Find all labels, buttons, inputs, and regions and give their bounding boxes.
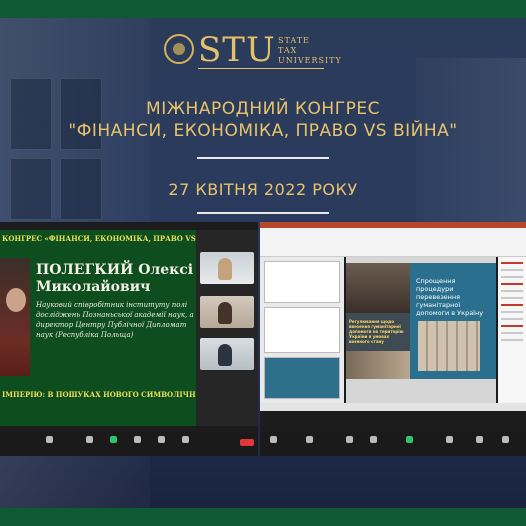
speaker-bio: Науковий співробітник інституту полі дос… (36, 300, 194, 340)
chat-icon (369, 436, 377, 443)
slide-heading: Спрощення процедури перевезення гуманіта… (416, 277, 484, 317)
chat-icon (133, 436, 141, 443)
participant-video[interactable] (200, 252, 254, 284)
microphone-icon (269, 436, 277, 443)
microphone-icon (45, 436, 53, 443)
slide-boxes-image (418, 321, 480, 371)
record-button[interactable] (152, 436, 170, 445)
slide-header: КОНГРЕС «ФІНАНСИ, ЕКОНОМІКА, ПРАВО VS ВІ… (2, 234, 198, 243)
ppt-ribbon (260, 228, 526, 257)
slide-thumbnail[interactable] (264, 261, 340, 303)
participant-video[interactable] (200, 338, 254, 370)
record-icon (445, 436, 453, 443)
bio-line: директор Центру Публічної Дипломат (36, 321, 187, 329)
bottom-green-band (0, 508, 526, 526)
record-icon (157, 436, 165, 443)
divider (197, 212, 329, 214)
share-icon (109, 436, 117, 443)
current-slide: Регулювання щодо ввезення гуманітарної д… (346, 263, 496, 379)
speaker-photo (0, 258, 30, 376)
status-bar (260, 403, 526, 411)
reactions-button[interactable] (470, 436, 488, 445)
seal-icon (164, 34, 194, 64)
zoom-screenshot-powerpoint: Регулювання щодо ввезення гуманітарної д… (260, 222, 526, 456)
logo-word: STATE (278, 36, 310, 45)
slide-image-strip (346, 351, 410, 379)
slide-footer: ІМПЕРІЮ: В ПОШУКАХ НОВОГО СИМВОЛІЧНОГО (2, 390, 198, 399)
leave-button[interactable] (240, 439, 254, 446)
slide-photo (346, 263, 410, 313)
speaker-given-name: Миколайович (36, 279, 151, 295)
participants-button[interactable] (300, 436, 318, 445)
presentation-slide: КОНГРЕС «ФІНАНСИ, ЕКОНОМІКА, ПРАВО VS ВІ… (0, 230, 198, 426)
speaker-surname: ПОЛЕГКИЙ Олексі (36, 262, 194, 278)
building-facade-right (416, 58, 526, 238)
meeting-toolbar (0, 432, 258, 456)
participant-panel (196, 230, 258, 426)
smile-icon (181, 436, 189, 443)
congress-date: 27 КВІТНЯ 2022 РОКУ (168, 180, 358, 199)
slide-canvas: Регулювання щодо ввезення гуманітарної д… (346, 257, 496, 403)
congress-title: МІЖНАРОДНИЙ КОНГРЕС "ФІНАНСИ, ЕКОНОМІКА,… (30, 98, 496, 142)
slide-thumbnail[interactable] (264, 307, 340, 353)
logo-abbreviation: STU (198, 30, 276, 70)
congress-title-line: МІЖНАРОДНИЙ КОНГРЕС (146, 99, 380, 119)
logo-underline (198, 68, 324, 69)
slide-left-column: Регулювання щодо ввезення гуманітарної д… (346, 263, 410, 379)
apps-icon (501, 436, 509, 443)
bio-line: досліджень Познаньської академії наук, а… (36, 311, 194, 319)
reactions-button[interactable] (176, 436, 194, 445)
participant-video[interactable] (200, 296, 254, 328)
share-screen-button[interactable] (104, 436, 122, 445)
university-logo: STU STATE TAX UNIVERSITY (164, 30, 364, 72)
apps-button[interactable] (496, 436, 514, 445)
bio-line: Науковий співробітник інституту полі (36, 301, 188, 309)
security-button[interactable] (340, 436, 358, 445)
smile-icon (475, 436, 483, 443)
chat-button[interactable] (364, 436, 382, 445)
people-icon (305, 436, 313, 443)
share-icon (405, 436, 413, 443)
logo-word: UNIVERSITY (278, 56, 342, 65)
slide-right-column: Спрощення процедури перевезення гуманіта… (410, 263, 496, 379)
congress-title-line: "ФІНАНСИ, ЕКОНОМІКА, ПРАВО VS ВІЙНА" (68, 121, 458, 141)
share-screen-button[interactable] (400, 436, 418, 445)
logo-word: TAX (278, 46, 298, 55)
shield-icon (345, 436, 353, 443)
bio-line: наук (Республіка Польща) (36, 331, 134, 339)
slide-caption: Регулювання щодо ввезення гуманітарної д… (349, 319, 404, 344)
logo-full-name: STATE TAX UNIVERSITY (278, 36, 368, 66)
slide-thumbnail[interactable] (264, 357, 340, 399)
speaker-name: ПОЛЕГКИЙ Олексі Миколайович (36, 262, 193, 296)
record-button[interactable] (440, 436, 458, 445)
slide-thumbnails (260, 257, 344, 403)
chat-button[interactable] (128, 436, 146, 445)
divider (197, 157, 329, 159)
top-green-band (0, 0, 526, 18)
side-panel (498, 257, 526, 403)
mute-button[interactable] (264, 436, 282, 445)
meeting-toolbar (260, 432, 526, 456)
people-icon (85, 436, 93, 443)
participants-button[interactable] (80, 436, 98, 445)
mute-button[interactable] (40, 436, 58, 445)
zoom-screenshot-presentation: КОНГРЕС «ФІНАНСИ, ЕКОНОМІКА, ПРАВО VS ВІ… (0, 222, 258, 456)
